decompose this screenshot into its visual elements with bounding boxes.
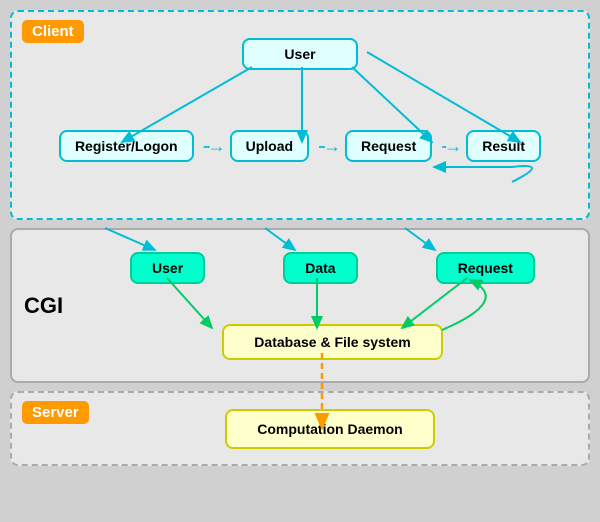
server-section: Server Computation Daemon [10, 391, 590, 466]
result-box: Result [466, 130, 541, 162]
register-logon-box: Register/Logon [59, 130, 194, 162]
cgi-data-box: Data [283, 252, 357, 284]
computation-daemon-box: Computation Daemon [225, 409, 434, 449]
cgi-label: CGI [24, 293, 63, 319]
cgi-section: CGI User Data Request Database & File sy… [10, 228, 590, 383]
cgi-request-box: Request [436, 252, 535, 284]
client-section: Client User Register/Logon ···→ Upload ·… [10, 10, 590, 220]
client-user-box: User [242, 38, 357, 70]
upload-box: Upload [230, 130, 309, 162]
client-label: Client [22, 20, 84, 43]
server-label: Server [22, 401, 89, 424]
db-file-system-box: Database & File system [222, 324, 442, 360]
request-box: Request [345, 130, 432, 162]
cgi-user-box: User [130, 252, 205, 284]
